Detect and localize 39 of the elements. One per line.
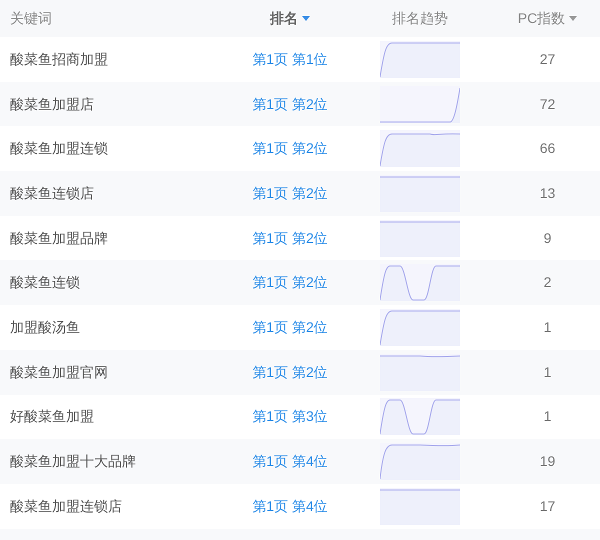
keyword-text: 酸菜鱼连锁 bbox=[10, 273, 80, 292]
rank-link[interactable]: 第1页 第4位 bbox=[252, 496, 328, 517]
sort-caret-icon[interactable] bbox=[569, 16, 578, 21]
keyword-text: 加盟酸汤鱼 bbox=[10, 318, 80, 337]
sort-caret-icon[interactable] bbox=[302, 16, 310, 21]
rank-link[interactable]: 第1页 第2位 bbox=[252, 228, 328, 249]
rank-link[interactable]: 第1页 第4位 bbox=[252, 451, 328, 472]
rank-link[interactable]: 第1页 第2位 bbox=[252, 138, 328, 160]
rank-link[interactable]: 第1页 第2位 bbox=[252, 362, 328, 383]
rank-link[interactable]: 第1页 第2位 bbox=[252, 182, 328, 204]
pc-index-value: 17 bbox=[540, 496, 556, 516]
rank-link[interactable]: 第1页 第1位 bbox=[252, 48, 328, 70]
pc-index-value: 1 bbox=[544, 318, 552, 337]
pc-index-value: 1 bbox=[544, 407, 552, 426]
keyword-text: 好酸菜鱼加盟 bbox=[10, 407, 94, 426]
pc-index-value: 27 bbox=[540, 50, 556, 69]
pc-index-value: 9 bbox=[544, 228, 552, 248]
keyword-text: 酸菜鱼加盟连锁 bbox=[10, 139, 108, 158]
keyword-text: 酸菜鱼加盟官网 bbox=[10, 362, 108, 382]
pc-index-value: 1 bbox=[544, 362, 552, 382]
column-header: 关键词 bbox=[10, 9, 52, 28]
keyword-text: 酸菜鱼加盟店 bbox=[10, 94, 94, 114]
pc-index-value: 2 bbox=[544, 273, 552, 292]
keyword-text: 酸菜鱼加盟品牌 bbox=[10, 228, 108, 248]
keyword-text: 酸菜鱼招商加盟 bbox=[10, 50, 108, 69]
rank-link[interactable]: 第1页 第2位 bbox=[252, 94, 328, 115]
column-header: 排名趋势 bbox=[392, 9, 448, 28]
keyword-text: 酸菜鱼加盟连锁店 bbox=[10, 496, 122, 516]
pc-index-value: 19 bbox=[540, 452, 556, 472]
keyword-text: 酸菜鱼加盟十大品牌 bbox=[10, 452, 136, 472]
pc-index-value: 13 bbox=[540, 184, 556, 203]
rank-link[interactable]: 第1页 第2位 bbox=[252, 316, 328, 338]
pc-index-value: 66 bbox=[540, 139, 556, 158]
keyword-text: 酸菜鱼连锁店 bbox=[10, 184, 94, 203]
pc-index-value: 72 bbox=[540, 94, 556, 114]
column-header[interactable]: PC指数 bbox=[518, 8, 566, 29]
rank-link[interactable]: 第1页 第3位 bbox=[252, 406, 328, 428]
rank-link[interactable]: 第1页 第2位 bbox=[252, 272, 328, 294]
column-header[interactable]: 排名 bbox=[270, 8, 298, 29]
